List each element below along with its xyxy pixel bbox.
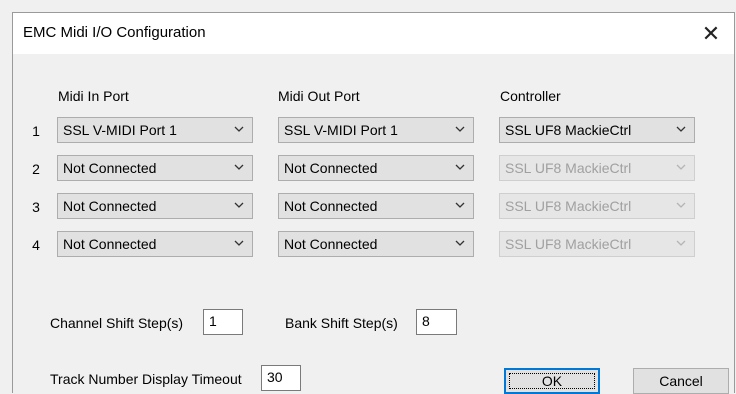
chevron-down-icon [676, 240, 686, 247]
chevron-down-icon [455, 126, 465, 133]
controller-select-2: SSL UF8 MackieCtrl [499, 155, 695, 181]
ok-button[interactable]: OK [504, 368, 600, 394]
cancel-button-label: Cancel [659, 373, 703, 389]
track-timeout-label: Track Number Display Timeout [50, 371, 242, 387]
chevron-down-icon [676, 164, 686, 171]
row-number: 3 [32, 199, 40, 215]
midi-out-select-3[interactable]: Not Connected [278, 193, 474, 219]
channel-shift-input[interactable]: 1 [203, 309, 243, 335]
row-number: 2 [32, 161, 40, 177]
midi-out-select-1[interactable]: SSL V-MIDI Port 1 [278, 117, 474, 143]
controller-value: SSL UF8 MackieCtrl [505, 122, 632, 138]
row-number: 4 [32, 237, 40, 253]
midi-out-value: Not Connected [284, 236, 378, 252]
controller-select-1[interactable]: SSL UF8 MackieCtrl [499, 117, 695, 143]
midi-out-value: Not Connected [284, 160, 378, 176]
window-title: EMC Midi I/O Configuration [23, 24, 206, 41]
title-bar: EMC Midi I/O Configuration ✕ [13, 12, 734, 54]
chevron-down-icon [234, 164, 244, 171]
header-midi-in: Midi In Port [58, 88, 129, 104]
midi-in-select-2[interactable]: Not Connected [57, 155, 253, 181]
bank-shift-label: Bank Shift Step(s) [285, 315, 398, 331]
midi-in-value: Not Connected [63, 236, 157, 252]
midi-in-value: Not Connected [63, 198, 157, 214]
controller-value: SSL UF8 MackieCtrl [505, 160, 632, 176]
chevron-down-icon [234, 202, 244, 209]
focus-rectangle [509, 373, 595, 389]
midi-out-value: Not Connected [284, 198, 378, 214]
background-strip [0, 0, 736, 12]
midi-in-select-3[interactable]: Not Connected [57, 193, 253, 219]
chevron-down-icon [676, 202, 686, 209]
midi-in-select-1[interactable]: SSL V-MIDI Port 1 [57, 117, 253, 143]
controller-value: SSL UF8 MackieCtrl [505, 198, 632, 214]
midi-in-select-4[interactable]: Not Connected [57, 231, 253, 257]
cancel-button[interactable]: Cancel [633, 368, 729, 394]
chevron-down-icon [455, 164, 465, 171]
header-controller: Controller [500, 88, 561, 104]
controller-select-3: SSL UF8 MackieCtrl [499, 193, 695, 219]
chevron-down-icon [455, 240, 465, 247]
midi-out-value: SSL V-MIDI Port 1 [284, 122, 398, 138]
chevron-down-icon [455, 202, 465, 209]
track-timeout-input[interactable]: 30 [261, 365, 301, 391]
controller-value: SSL UF8 MackieCtrl [505, 236, 632, 252]
chevron-down-icon [234, 240, 244, 247]
chevron-down-icon [676, 126, 686, 133]
midi-in-value: SSL V-MIDI Port 1 [63, 122, 177, 138]
row-number: 1 [32, 123, 40, 139]
midi-out-select-2[interactable]: Not Connected [278, 155, 474, 181]
controller-select-4: SSL UF8 MackieCtrl [499, 231, 695, 257]
header-midi-out: Midi Out Port [278, 88, 360, 104]
dialog-window: EMC Midi I/O Configuration ✕ Midi In Por… [12, 12, 735, 394]
close-icon[interactable]: ✕ [688, 13, 734, 55]
bank-shift-input[interactable]: 8 [416, 309, 457, 335]
midi-in-value: Not Connected [63, 160, 157, 176]
chevron-down-icon [234, 126, 244, 133]
midi-out-select-4[interactable]: Not Connected [278, 231, 474, 257]
channel-shift-label: Channel Shift Step(s) [50, 315, 184, 331]
